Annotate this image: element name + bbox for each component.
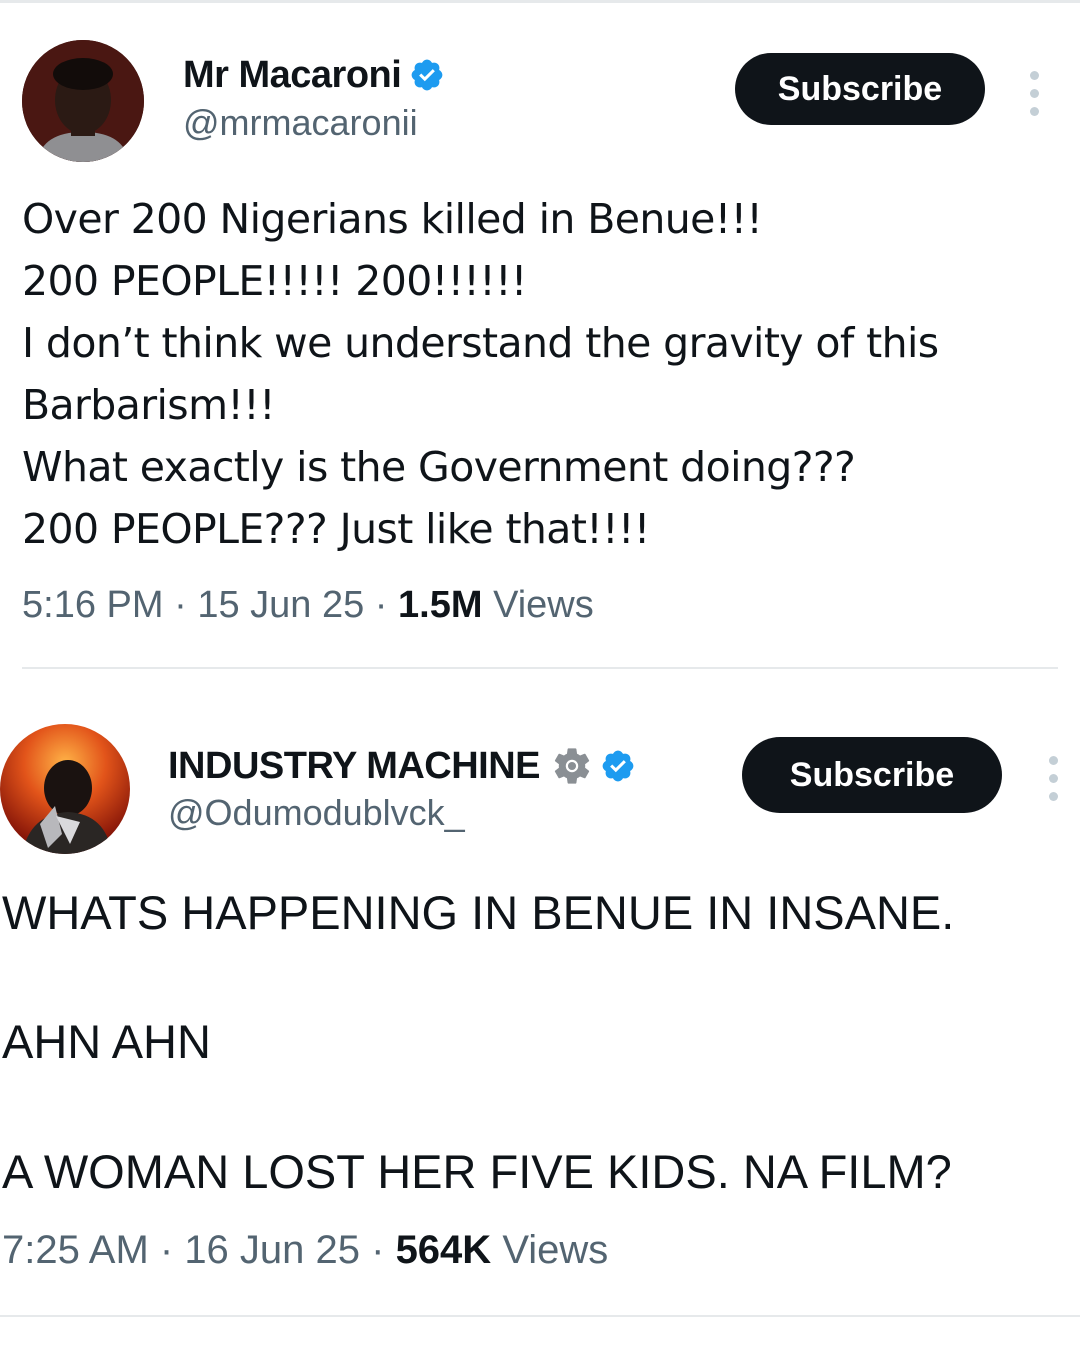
tweet-mr-macaroni: Mr Macaroni @mrmacaronii Subscribe Over … — [0, 0, 1080, 670]
subscribe-button[interactable]: Subscribe — [735, 53, 985, 125]
separator: · — [364, 584, 399, 626]
separator: · — [163, 584, 198, 626]
tweet-meta: 5:16 PM · 15 Jun 25 · 1.5M Views — [22, 584, 594, 627]
tweet-text-line: WHATS HAPPENING IN BENUE IN INSANE. — [2, 886, 955, 939]
tweet-text-line: I don’t think we understand the gravity … — [22, 319, 939, 367]
tweet-date[interactable]: 16 Jun 25 — [184, 1228, 360, 1272]
views-label: Views — [493, 584, 594, 626]
tweet-meta: 7:25 AM · 16 Jun 25 · 564K Views — [2, 1228, 608, 1273]
bottom-divider — [0, 1315, 1080, 1317]
tweet-time[interactable]: 5:16 PM — [22, 584, 164, 626]
tweet-text-line: Over 200 Nigerians killed in Benue!!! — [22, 195, 763, 243]
views-label: Views — [502, 1228, 609, 1272]
verified-badge-icon — [411, 59, 443, 91]
separator: · — [148, 1228, 185, 1272]
tweet-text-line: What exactly is the Government doing??? — [22, 443, 856, 491]
tweet-text-line: Barbarism!!! — [22, 381, 276, 429]
tweet-text: Over 200 Nigerians killed in Benue!!! 20… — [22, 188, 939, 560]
avatar-portrait-icon — [22, 40, 144, 162]
views-count: 1.5M — [398, 584, 483, 626]
separator: · — [360, 1228, 396, 1272]
tweet-divider — [22, 667, 1058, 669]
handle[interactable]: @mrmacaronii — [183, 102, 418, 144]
avatar[interactable] — [22, 40, 144, 162]
tweet-text: WHATS HAPPENING IN BENUE IN INSANE. AHN … — [2, 670, 1072, 1230]
display-name[interactable]: Mr Macaroni — [183, 54, 402, 97]
tweet-industry-machine: INDUSTRY MACHINE @Odumodublvck_ Subscrib… — [0, 670, 1080, 1320]
tweet-text-line: 200 PEOPLE!!!!! 200!!!!!! — [22, 257, 527, 305]
tweet-text-line: 200 PEOPLE??? Just like that!!!! — [22, 505, 650, 553]
tweet-text-line: AHN AHN — [2, 1015, 211, 1068]
tweet-text-line: A WOMAN LOST HER FIVE KIDS. NA FILM? — [2, 1145, 952, 1198]
tweet-time[interactable]: 7:25 AM — [2, 1228, 149, 1272]
more-options-icon[interactable] — [1024, 71, 1044, 116]
tweet-date[interactable]: 15 Jun 25 — [197, 584, 364, 626]
views-count: 564K — [395, 1228, 492, 1272]
